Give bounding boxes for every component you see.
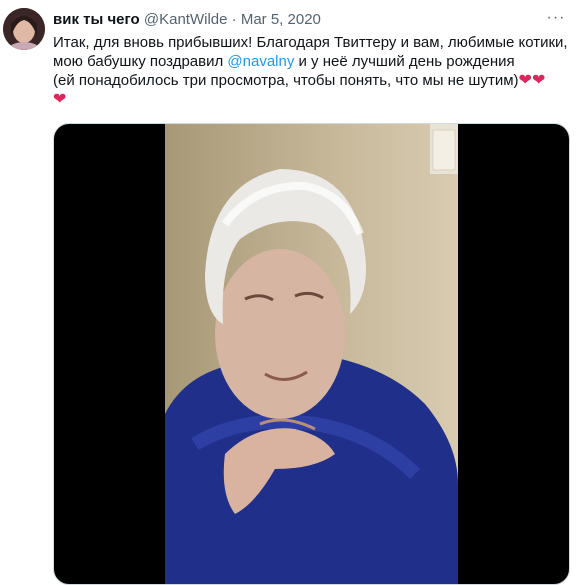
author-name[interactable]: вик ты чего bbox=[53, 11, 140, 28]
avatar[interactable] bbox=[3, 8, 45, 50]
separator-dot: · bbox=[231, 11, 237, 28]
author-handle[interactable]: @KantWilde bbox=[144, 11, 228, 28]
tweet-text-segment: и у неё лучший день рождения bbox=[294, 53, 515, 70]
tweet-text-line-3: (ей понадобилось три просмотра, чтобы по… bbox=[53, 71, 573, 90]
avatar-photo bbox=[3, 8, 45, 50]
video-player[interactable] bbox=[53, 123, 570, 585]
video-still bbox=[165, 124, 458, 584]
more-icon[interactable]: ··· bbox=[544, 8, 568, 28]
tweet-text-segment: мою бабушку поздравил bbox=[53, 53, 228, 70]
tweet-text-line-4: ❤ bbox=[53, 90, 573, 109]
tweet-header: вик ты чего @KantWilde · Mar 5, 2020 bbox=[53, 10, 321, 30]
tweet-text-line-1: Итак, для вновь прибывших! Благодаря Тви… bbox=[53, 34, 568, 51]
tweet-text-segment: (ей понадобилось три просмотра, чтобы по… bbox=[53, 72, 519, 89]
heart-emoji: ❤ bbox=[53, 91, 67, 108]
video-frame bbox=[165, 124, 458, 584]
heart-emoji: ❤❤ bbox=[518, 72, 546, 89]
tweet-date[interactable]: Mar 5, 2020 bbox=[241, 11, 321, 28]
tweet-text-line-2: мою бабушку поздравил @navalny и у неё л… bbox=[53, 52, 573, 71]
tweet-text: Итак, для вновь прибывших! Благодаря Тви… bbox=[53, 33, 573, 109]
mention-link[interactable]: @navalny bbox=[227, 53, 294, 70]
tweet[interactable]: вик ты чего @KantWilde · Mar 5, 2020 ···… bbox=[0, 0, 578, 585]
